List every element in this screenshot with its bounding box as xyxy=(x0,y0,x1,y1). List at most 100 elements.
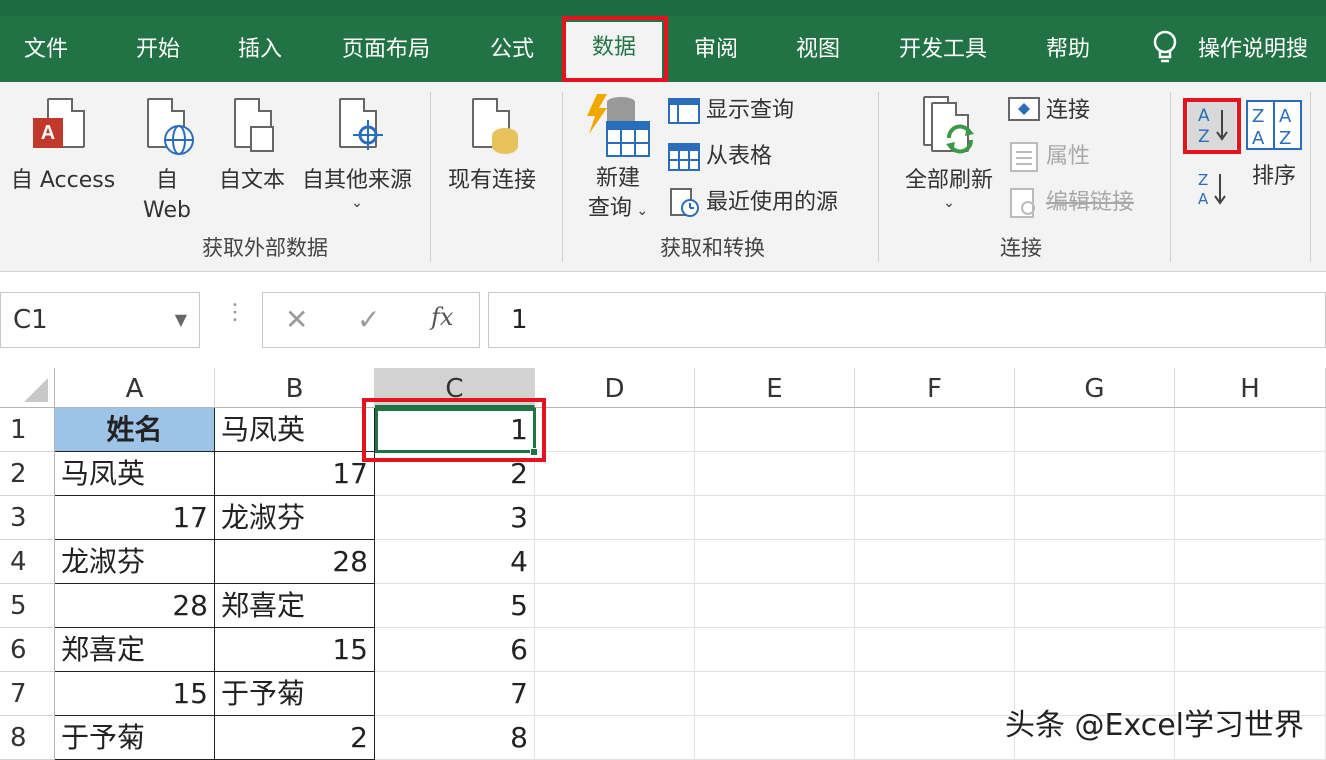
cell-a2[interactable]: 马凤英 xyxy=(55,452,215,496)
tab-insert[interactable]: 插入 xyxy=(214,30,306,70)
cancel-icon[interactable]: ✕ xyxy=(285,303,308,336)
tab-developer[interactable]: 开发工具 xyxy=(880,30,1006,70)
tab-review[interactable]: 审阅 xyxy=(670,30,762,70)
column-header-f[interactable]: F xyxy=(855,368,1015,408)
from-access-button[interactable]: A 自 Access xyxy=(4,96,122,196)
edit-links-button[interactable]: 编辑链接 xyxy=(1008,186,1134,220)
row-header-7[interactable]: 7 xyxy=(0,672,55,716)
cell-e8[interactable] xyxy=(695,716,855,760)
cell-c3[interactable]: 3 xyxy=(375,496,535,540)
cell-e2[interactable] xyxy=(695,452,855,496)
cell-g3[interactable] xyxy=(1015,496,1175,540)
tab-page-layout[interactable]: 页面布局 xyxy=(322,30,450,70)
cell-d2[interactable] xyxy=(535,452,695,496)
row-header-8[interactable]: 8 xyxy=(0,716,55,760)
cell-d4[interactable] xyxy=(535,540,695,584)
column-header-d[interactable]: D xyxy=(535,368,695,408)
cell-a1[interactable]: 姓名 xyxy=(55,408,215,452)
cell-c6[interactable]: 6 xyxy=(375,628,535,672)
row-header-5[interactable]: 5 xyxy=(0,584,55,628)
row-header-3[interactable]: 3 xyxy=(0,496,55,540)
cell-h1[interactable] xyxy=(1175,408,1326,452)
cell-e6[interactable] xyxy=(695,628,855,672)
cell-b1[interactable]: 马凤英 xyxy=(215,408,375,452)
cell-b5[interactable]: 郑喜定 xyxy=(215,584,375,628)
cell-d8[interactable] xyxy=(535,716,695,760)
cell-f4[interactable] xyxy=(855,540,1015,584)
cell-h5[interactable] xyxy=(1175,584,1326,628)
more-options-icon[interactable]: ⋮ xyxy=(224,300,246,325)
column-header-h[interactable]: H xyxy=(1175,368,1326,408)
cell-e1[interactable] xyxy=(695,408,855,452)
cell-b3[interactable]: 龙淑芬 xyxy=(215,496,375,540)
recent-sources-button[interactable]: 最近使用的源 xyxy=(668,186,838,220)
row-header-1[interactable]: 1 xyxy=(0,408,55,452)
from-other-sources-button[interactable]: 自其他来源 ⌄ xyxy=(294,96,420,210)
cell-a8[interactable]: 于予菊 xyxy=(55,716,215,760)
show-queries-button[interactable]: 显示查询 xyxy=(668,94,794,128)
refresh-all-button[interactable]: 全部刷新 ⌄ xyxy=(894,96,1004,210)
cell-c7[interactable]: 7 xyxy=(375,672,535,716)
tab-formulas[interactable]: 公式 xyxy=(466,30,558,70)
cell-g6[interactable] xyxy=(1015,628,1175,672)
cell-g1[interactable] xyxy=(1015,408,1175,452)
cell-b2[interactable]: 17 xyxy=(215,452,375,496)
cell-g4[interactable] xyxy=(1015,540,1175,584)
from-web-button[interactable]: 自 Web xyxy=(132,96,202,226)
cell-e4[interactable] xyxy=(695,540,855,584)
cell-e5[interactable] xyxy=(695,584,855,628)
select-all-button[interactable] xyxy=(0,368,55,408)
cell-f6[interactable] xyxy=(855,628,1015,672)
cell-b6[interactable]: 15 xyxy=(215,628,375,672)
tab-view[interactable]: 视图 xyxy=(772,30,864,70)
cell-b7[interactable]: 于予菊 xyxy=(215,672,375,716)
properties-button[interactable]: 属性 xyxy=(1008,140,1090,174)
cell-f7[interactable] xyxy=(855,672,1015,716)
cell-b4[interactable]: 28 xyxy=(215,540,375,584)
name-box[interactable]: C1 ▼ xyxy=(0,292,200,348)
chevron-down-icon[interactable]: ▼ xyxy=(175,293,187,347)
cell-a5[interactable]: 28 xyxy=(55,584,215,628)
cell-d6[interactable] xyxy=(535,628,695,672)
cell-g5[interactable] xyxy=(1015,584,1175,628)
cell-c5[interactable]: 5 xyxy=(375,584,535,628)
row-header-4[interactable]: 4 xyxy=(0,540,55,584)
new-query-button[interactable]: 新建 查询 ⌄ xyxy=(576,92,660,226)
sort-button[interactable]: 排序 xyxy=(1244,162,1304,192)
cell-e3[interactable] xyxy=(695,496,855,540)
cell-c4[interactable]: 4 xyxy=(375,540,535,584)
cell-e7[interactable] xyxy=(695,672,855,716)
row-header-6[interactable]: 6 xyxy=(0,628,55,672)
cell-b8[interactable]: 2 xyxy=(215,716,375,760)
cell-a4[interactable]: 龙淑芬 xyxy=(55,540,215,584)
column-header-a[interactable]: A xyxy=(55,368,215,408)
cell-h4[interactable] xyxy=(1175,540,1326,584)
cell-h3[interactable] xyxy=(1175,496,1326,540)
column-header-b[interactable]: B xyxy=(215,368,375,408)
enter-check-icon[interactable]: ✓ xyxy=(357,303,380,336)
cell-a7[interactable]: 15 xyxy=(55,672,215,716)
formula-input[interactable]: 1 xyxy=(488,292,1326,348)
cell-d5[interactable] xyxy=(535,584,695,628)
existing-connections-button[interactable]: 现有连接 xyxy=(440,96,544,196)
cell-g2[interactable] xyxy=(1015,452,1175,496)
from-text-button[interactable]: 自文本 xyxy=(212,96,292,196)
cell-a3[interactable]: 17 xyxy=(55,496,215,540)
from-table-button[interactable]: 从表格 xyxy=(668,140,772,174)
cell-a6[interactable]: 郑喜定 xyxy=(55,628,215,672)
cell-d1[interactable] xyxy=(535,408,695,452)
tell-me-search[interactable]: 操作说明搜 xyxy=(1198,30,1326,70)
cell-f3[interactable] xyxy=(855,496,1015,540)
tab-file[interactable]: 文件 xyxy=(0,30,92,70)
column-header-g[interactable]: G xyxy=(1015,368,1175,408)
cell-f5[interactable] xyxy=(855,584,1015,628)
cell-f2[interactable] xyxy=(855,452,1015,496)
tab-home[interactable]: 开始 xyxy=(112,30,204,70)
row-header-2[interactable]: 2 xyxy=(0,452,55,496)
sort-descending-button[interactable]: ZA xyxy=(1192,166,1232,210)
insert-function-icon[interactable]: fx xyxy=(431,303,453,331)
cell-d3[interactable] xyxy=(535,496,695,540)
column-header-e[interactable]: E xyxy=(695,368,855,408)
cell-c8[interactable]: 8 xyxy=(375,716,535,760)
tab-help[interactable]: 帮助 xyxy=(1022,30,1114,70)
